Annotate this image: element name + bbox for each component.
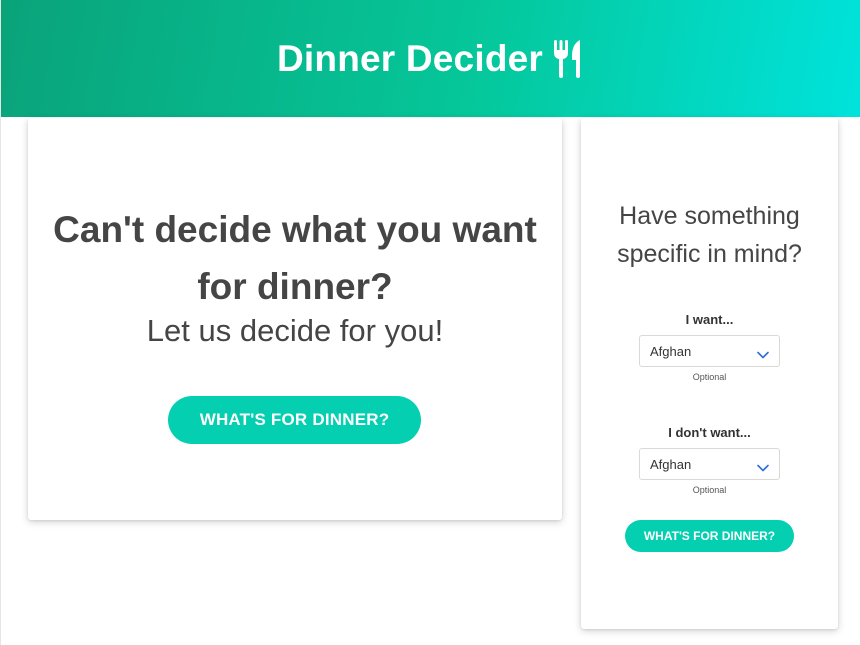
chevron-down-icon [757,460,769,472]
want-select[interactable]: Afghan [639,335,780,367]
preferences-heading: Have something specific in mind? [617,202,802,268]
utensils-icon [553,39,585,78]
whats-for-dinner-filtered-button[interactable]: WHAT'S FOR DINNER? [625,520,794,552]
want-label: I want... [685,312,734,327]
page: Dinner Decider Can't decide what you wan… [0,0,860,645]
app-title-text: Dinner Decider [277,37,543,79]
chevron-down-icon [757,347,769,359]
app-title: Dinner Decider [277,38,585,80]
want-optional-hint: Optional [692,372,727,382]
dont-want-optional-hint: Optional [692,485,727,495]
want-select-value: Afghan [650,343,692,359]
dont-want-label: I don't want... [668,425,751,440]
dont-want-select[interactable]: Afghan [639,448,780,480]
main-heading: Can't decide what you want for dinner? [53,209,537,307]
dont-want-select-value: Afghan [650,456,692,472]
whats-for-dinner-button[interactable]: WHAT'S FOR DINNER? [168,396,421,444]
main-card: Can't decide what you want for dinner? L… [28,118,562,520]
preferences-card: Have something specific in mind? I want.… [581,118,838,629]
main-subheading: Let us decide for you! [146,313,444,348]
header-bar: Dinner Decider [1,0,860,117]
